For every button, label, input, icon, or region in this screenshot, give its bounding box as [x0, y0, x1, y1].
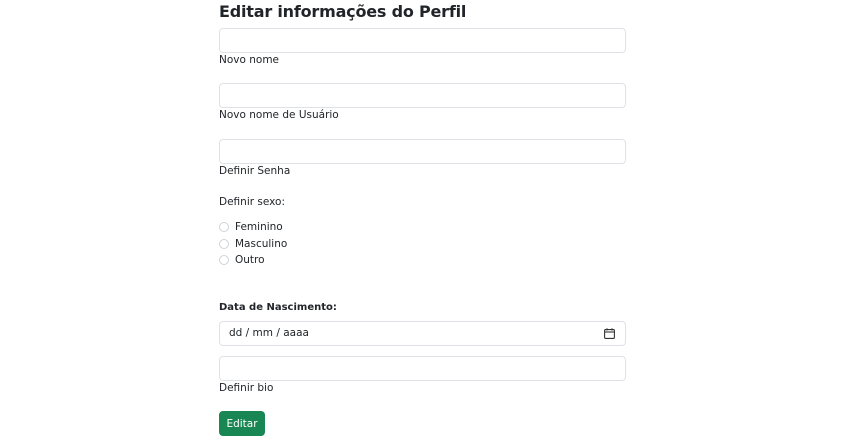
- new-username-label: Novo nome de Usuário: [219, 109, 339, 121]
- bio-label: Definir bio: [219, 382, 274, 394]
- gender-option-outro[interactable]: Outro: [219, 253, 265, 267]
- calendar-icon[interactable]: [604, 328, 615, 339]
- birthdate-label: Data de Nascimento:: [219, 302, 337, 313]
- password-input[interactable]: [219, 139, 626, 164]
- edit-submit-button[interactable]: Editar: [219, 411, 265, 436]
- gender-option-masculino[interactable]: Masculino: [219, 237, 287, 251]
- radio-feminino[interactable]: [219, 222, 229, 232]
- gender-label: Definir sexo:: [219, 196, 285, 208]
- new-name-label: Novo nome: [219, 54, 280, 66]
- password-label: Definir Senha: [219, 165, 291, 177]
- page-title: Editar informações do Perfil: [219, 2, 467, 21]
- new-name-input[interactable]: [219, 28, 626, 53]
- radio-masculino[interactable]: [219, 239, 229, 249]
- radio-label-outro: Outro: [235, 254, 265, 266]
- birthdate-placeholder: dd / mm / aaaa: [229, 327, 309, 339]
- radio-label-masculino: Masculino: [235, 238, 288, 250]
- radio-label-feminino: Feminino: [235, 221, 283, 233]
- gender-option-feminino[interactable]: Feminino: [219, 220, 283, 234]
- new-username-input[interactable]: [219, 83, 626, 108]
- radio-outro[interactable]: [219, 255, 229, 265]
- bio-input[interactable]: [219, 356, 626, 381]
- birthdate-input[interactable]: dd / mm / aaaa: [219, 321, 626, 346]
